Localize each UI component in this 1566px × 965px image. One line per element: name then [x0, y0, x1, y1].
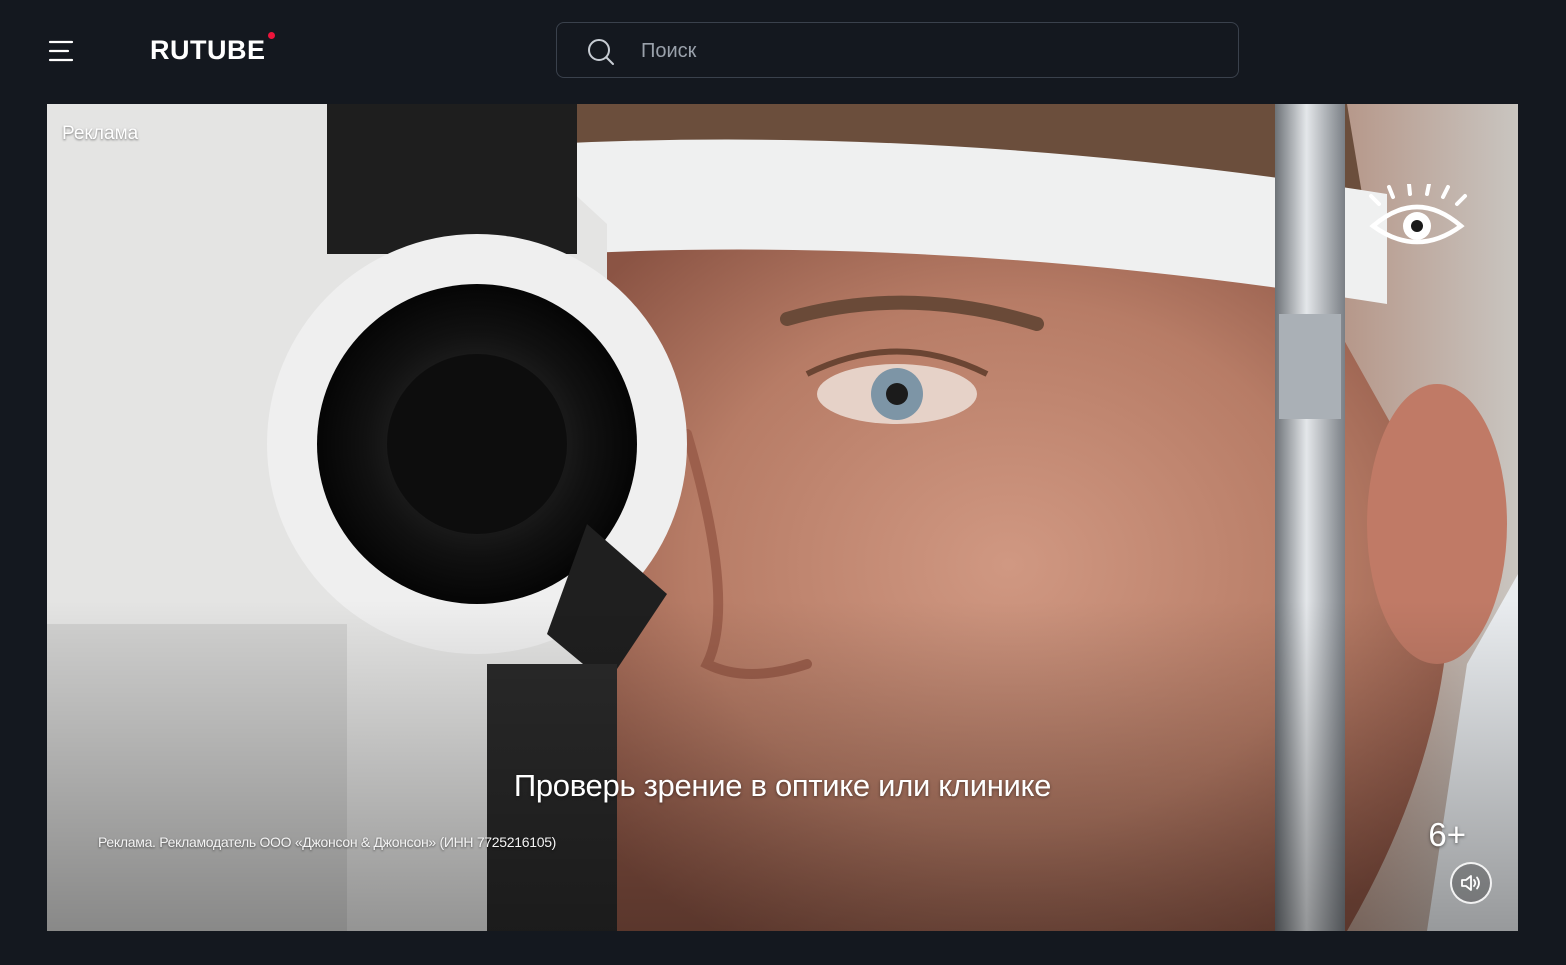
rutube-logo[interactable]: RUTUBE	[150, 30, 275, 70]
video-player[interactable]: Реклама Проверь зрение в оптике или клин…	[47, 104, 1518, 931]
hamburger-menu-icon	[48, 40, 74, 62]
speaker-icon	[1461, 875, 1480, 891]
top-navigation-bar: RUTUBE	[0, 0, 1566, 100]
eye-logo-icon	[1369, 184, 1467, 245]
menu-button[interactable]	[44, 34, 80, 70]
video-frame	[47, 104, 1518, 931]
sound-toggle-button[interactable]	[1450, 862, 1492, 904]
ad-caption: Проверь зрение в оптике или клинике	[513, 768, 1052, 803]
logo-dot	[267, 32, 275, 39]
logo-text: RUTUBE	[150, 34, 266, 65]
ad-disclaimer: Реклама. Рекламодатель ООО «Джонсон & Дж…	[98, 834, 557, 850]
search-icon[interactable]	[586, 37, 616, 67]
search-bar	[556, 22, 1239, 79]
ad-label: Реклама	[62, 123, 139, 144]
search-input[interactable]	[639, 23, 1223, 79]
age-rating: 6+	[1428, 816, 1466, 853]
